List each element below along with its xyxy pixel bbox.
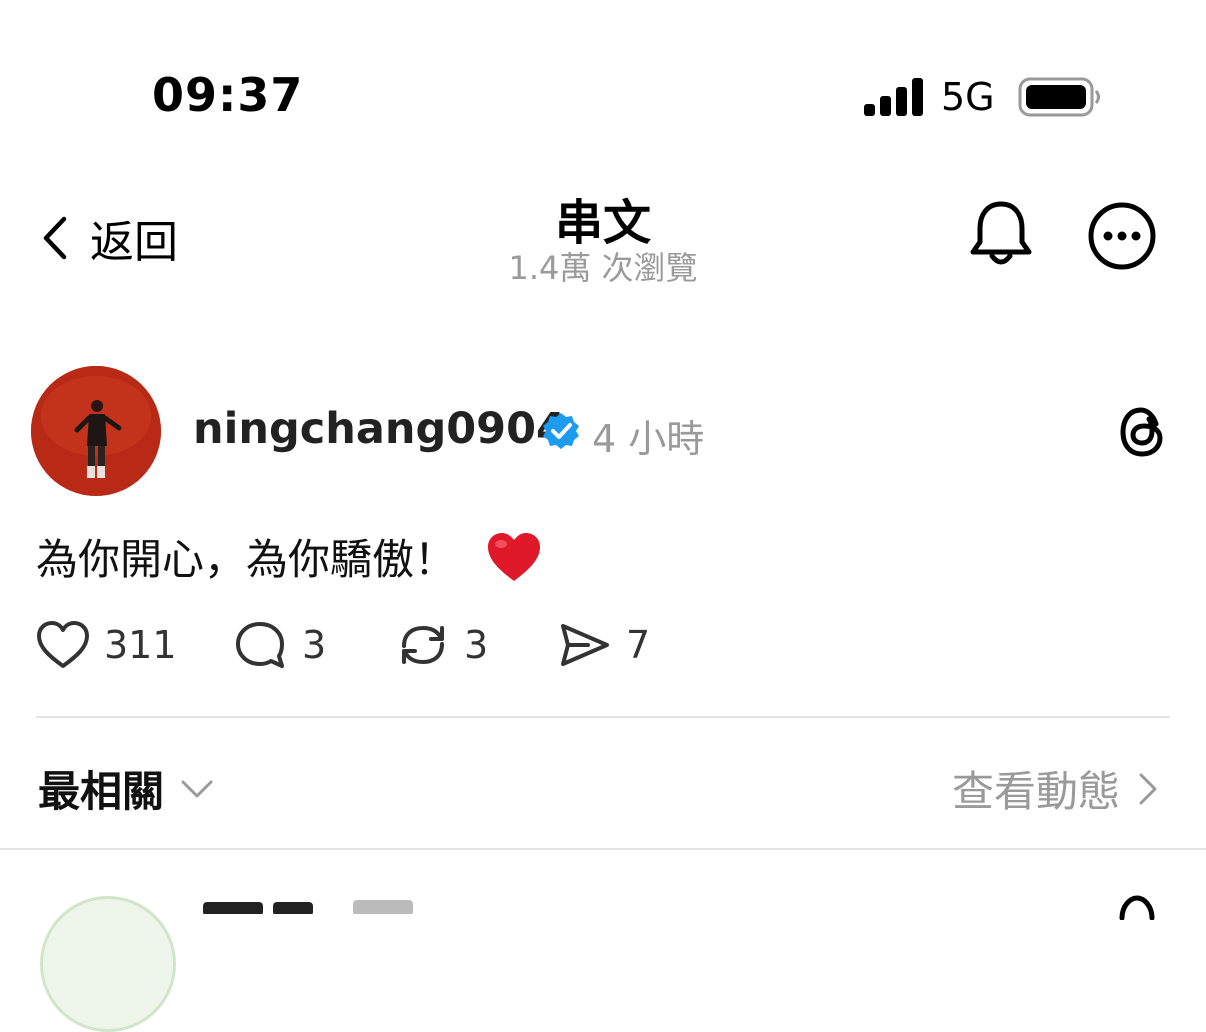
post-body: 為你開心，為你驕傲！ bbox=[36, 526, 542, 587]
heart-icon bbox=[37, 621, 89, 668]
comment-icon bbox=[236, 622, 284, 668]
avatar-image bbox=[31, 366, 161, 496]
threads-logo-icon[interactable] bbox=[1116, 404, 1168, 460]
verified-icon bbox=[543, 413, 579, 449]
more-options-icon[interactable] bbox=[1086, 200, 1158, 272]
post-time: 4 小時 bbox=[592, 417, 705, 461]
like-button[interactable]: 311 bbox=[36, 620, 177, 670]
bell-icon[interactable] bbox=[968, 198, 1034, 270]
cellular-signal-icon bbox=[864, 78, 923, 116]
view-activity-link[interactable]: 查看動態 bbox=[952, 758, 1158, 819]
repost-count: 3 bbox=[464, 623, 489, 667]
share-icon bbox=[561, 624, 609, 666]
reply-username-partial bbox=[203, 900, 413, 914]
divider bbox=[0, 848, 1206, 850]
reply-avatar[interactable] bbox=[40, 896, 176, 1032]
post-username[interactable]: ningchang0904 bbox=[193, 404, 566, 454]
sort-dropdown[interactable]: 最相關 bbox=[38, 758, 214, 819]
repost-button[interactable]: 3 bbox=[396, 620, 488, 670]
chevron-down-icon bbox=[181, 780, 213, 797]
post-text: 為你開心，為你驕傲！ bbox=[36, 535, 457, 584]
battery-icon bbox=[1018, 77, 1100, 117]
red-heart-emoji-icon bbox=[488, 532, 541, 581]
status-time: 09:37 bbox=[152, 68, 304, 122]
network-type: 5G bbox=[941, 75, 995, 119]
chevron-right-icon bbox=[1139, 773, 1157, 804]
share-count: 7 bbox=[626, 623, 651, 667]
reply-button[interactable]: 3 bbox=[234, 620, 326, 670]
activity-label: 查看動態 bbox=[951, 767, 1120, 816]
sort-label: 最相關 bbox=[38, 767, 165, 816]
share-button[interactable]: 7 bbox=[558, 620, 650, 670]
like-count: 311 bbox=[104, 623, 177, 667]
reply-count: 3 bbox=[302, 623, 327, 667]
repost-icon bbox=[402, 625, 444, 665]
avatar[interactable] bbox=[31, 366, 161, 496]
divider bbox=[36, 716, 1170, 718]
threads-logo-icon bbox=[1119, 895, 1155, 920]
